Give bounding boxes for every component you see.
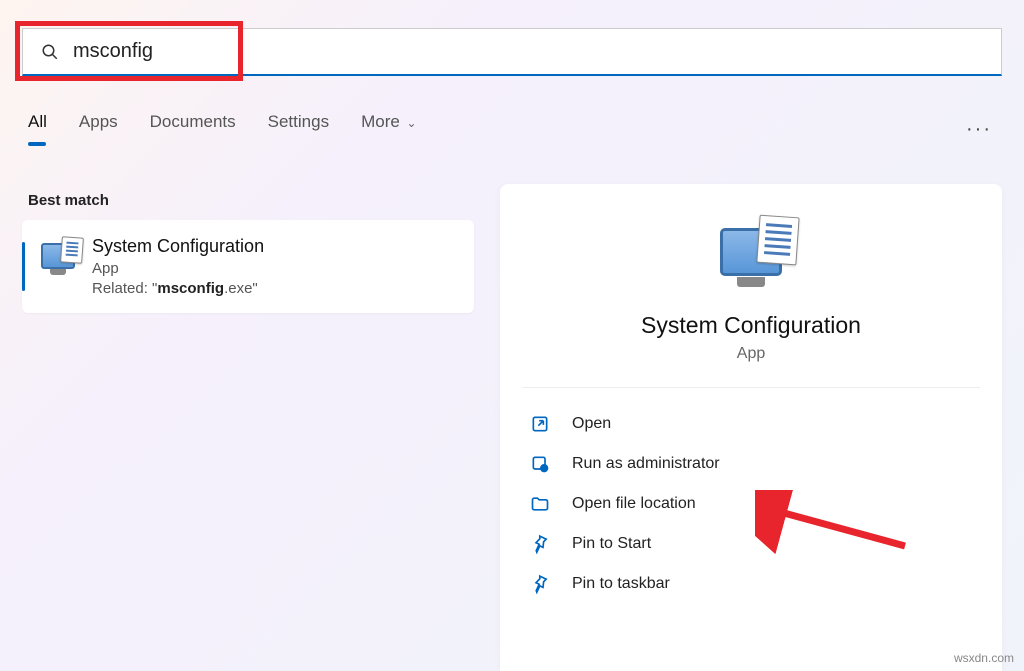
action-label: Run as administrator [572, 455, 720, 473]
action-label: Open [572, 415, 611, 433]
result-type: App [92, 260, 264, 277]
action-open[interactable]: Open [508, 404, 994, 444]
result-related: Related: "msconfig.exe" [92, 280, 264, 297]
detail-panel: System Configuration App Open Run as adm… [500, 184, 1002, 671]
result-title: System Configuration [92, 236, 264, 257]
open-icon [530, 414, 550, 434]
tab-documents[interactable]: Documents [150, 112, 236, 146]
best-match-heading: Best match [28, 192, 109, 209]
detail-type: App [522, 345, 980, 363]
action-run-admin[interactable]: Run as administrator [508, 444, 994, 484]
tab-settings[interactable]: Settings [268, 112, 329, 146]
tab-all[interactable]: All [28, 112, 47, 146]
admin-shield-icon [530, 454, 550, 474]
tab-more[interactable]: More ⌄ [361, 112, 417, 146]
search-box[interactable] [22, 28, 1002, 76]
more-options-button[interactable]: ··· [966, 118, 996, 141]
watermark: wsxdn.com [954, 651, 1014, 665]
folder-icon [530, 494, 550, 514]
action-open-location[interactable]: Open file location [508, 484, 994, 524]
search-icon [41, 43, 59, 61]
action-pin-taskbar[interactable]: Pin to taskbar [508, 564, 994, 604]
detail-title: System Configuration [522, 312, 980, 339]
result-system-configuration[interactable]: System Configuration App Related: "mscon… [22, 220, 474, 313]
action-pin-start[interactable]: Pin to Start [508, 524, 994, 564]
pin-icon [530, 574, 550, 594]
action-label: Pin to taskbar [572, 575, 670, 593]
search-input[interactable] [73, 40, 983, 63]
action-label: Open file location [572, 495, 696, 513]
tab-apps[interactable]: Apps [79, 112, 118, 146]
chevron-down-icon: ⌄ [407, 116, 417, 130]
action-label: Pin to Start [572, 535, 651, 553]
filter-tabs: All Apps Documents Settings More ⌄ ··· [28, 112, 996, 146]
system-configuration-icon [711, 212, 791, 292]
pin-icon [530, 534, 550, 554]
system-configuration-icon [40, 238, 76, 274]
